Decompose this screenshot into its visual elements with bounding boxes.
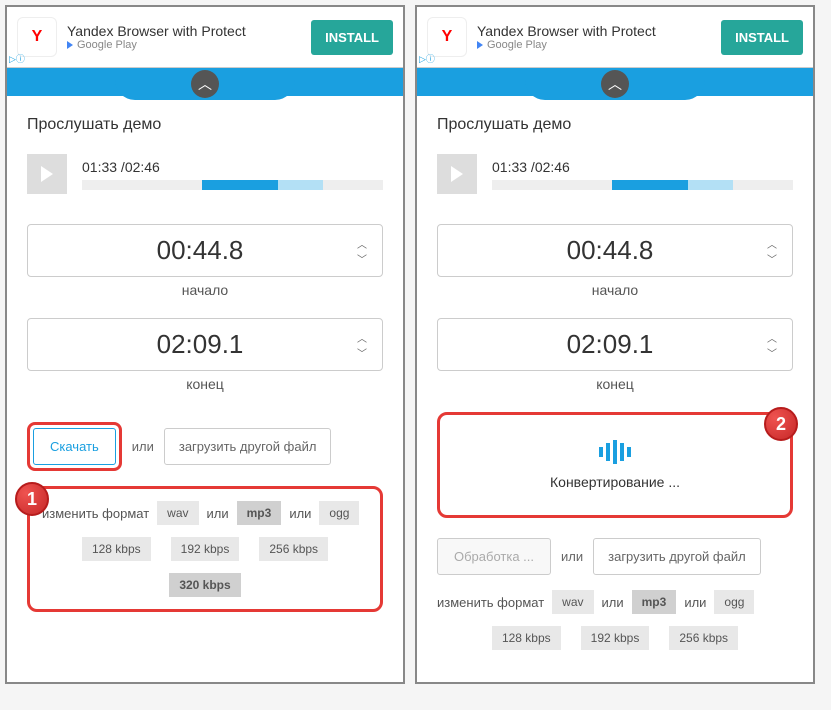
ad-title: Yandex Browser with Protect [477, 23, 711, 39]
format-ogg-button[interactable]: ogg [319, 501, 359, 525]
nav-bar: ︿ [417, 68, 813, 96]
phone-right: Y Yandex Browser with Protect Google Pla… [415, 5, 815, 684]
phone-left: Y Yandex Browser with Protect Google Pla… [5, 5, 405, 684]
action-row: Обработка ... или загрузить другой файл [437, 538, 793, 575]
format-label: изменить формат [437, 595, 544, 610]
start-time-input[interactable]: 00:44.8 ︿﹀ [27, 224, 383, 277]
yandex-logo-icon: Y [17, 17, 57, 57]
ad-store: Google Play [477, 39, 711, 51]
format-row: изменить формат wav или mp3 или ogg [42, 501, 368, 525]
nav-bar: ︿ [7, 68, 403, 96]
bitrate-320-button[interactable]: 320 kbps [169, 573, 240, 597]
format-label: изменить формат [42, 506, 149, 521]
play-icon [41, 166, 53, 182]
progress-bar[interactable] [82, 180, 383, 190]
format-mp3-button[interactable]: mp3 [237, 501, 282, 525]
chevron-up-icon[interactable]: ︿ [601, 70, 629, 98]
start-time-value: 00:44.8 [453, 235, 767, 266]
processing-button: Обработка ... [437, 538, 551, 575]
demo-title: Прослушать демо [27, 116, 383, 134]
start-label: начало [27, 282, 383, 298]
play-button[interactable] [27, 154, 67, 194]
bitrate-192-button[interactable]: 192 kbps [171, 537, 240, 561]
ad-store: Google Play [67, 39, 301, 51]
start-label: начало [437, 282, 793, 298]
start-time-input[interactable]: 00:44.8 ︿﹀ [437, 224, 793, 277]
badge-1: 1 [15, 482, 49, 516]
player-time: 01:33 /02:46 [82, 159, 383, 175]
format-row: изменить формат wav или mp3 или ogg [437, 590, 793, 614]
format-mp3-button[interactable]: mp3 [632, 590, 677, 614]
bitrate-256-button[interactable]: 256 kbps [259, 537, 328, 561]
end-time-value: 02:09.1 [453, 329, 767, 360]
ad-banner[interactable]: Y Yandex Browser with Protect Google Pla… [417, 7, 813, 68]
end-time-input[interactable]: 02:09.1 ︿﹀ [27, 318, 383, 371]
play-icon [451, 166, 463, 182]
ad-info-icon[interactable]: ▷ⓘ [9, 52, 25, 65]
audio-player: 01:33 /02:46 [27, 154, 383, 194]
player-time: 01:33 /02:46 [492, 159, 793, 175]
format-highlight-box: изменить формат wav или mp3 или ogg 128 … [27, 486, 383, 612]
start-stepper[interactable]: ︿﹀ [357, 236, 367, 266]
start-time-value: 00:44.8 [43, 235, 357, 266]
bitrate-128-button[interactable]: 128 kbps [82, 537, 151, 561]
start-stepper[interactable]: ︿﹀ [767, 236, 777, 266]
bitrate-192-button[interactable]: 192 kbps [581, 626, 650, 650]
equalizer-icon [460, 440, 770, 464]
end-time-value: 02:09.1 [43, 329, 357, 360]
play-store-icon [477, 41, 483, 49]
end-stepper[interactable]: ︿﹀ [357, 330, 367, 360]
load-other-button[interactable]: загрузить другой файл [164, 428, 332, 465]
converting-box: 2 Конвертирование ... [437, 412, 793, 518]
load-other-button[interactable]: загрузить другой файл [593, 538, 761, 575]
end-stepper[interactable]: ︿﹀ [767, 330, 777, 360]
end-time-input[interactable]: 02:09.1 ︿﹀ [437, 318, 793, 371]
bitrate-row-1: 128 kbps 192 kbps 256 kbps [437, 626, 793, 650]
or-text: или [132, 439, 154, 454]
format-wav-button[interactable]: wav [157, 501, 198, 525]
badge-2: 2 [764, 407, 798, 441]
audio-player: 01:33 /02:46 [437, 154, 793, 194]
download-button[interactable]: Скачать [33, 428, 116, 465]
end-label: конец [437, 376, 793, 392]
play-store-icon [67, 41, 73, 49]
bitrate-256-button[interactable]: 256 kbps [669, 626, 738, 650]
ad-info-icon[interactable]: ▷ⓘ [419, 52, 435, 65]
progress-bar[interactable] [492, 180, 793, 190]
end-label: конец [27, 376, 383, 392]
format-wav-button[interactable]: wav [552, 590, 593, 614]
yandex-logo-icon: Y [427, 17, 467, 57]
install-button[interactable]: INSTALL [311, 20, 393, 55]
download-highlight: Скачать [27, 422, 122, 471]
play-button[interactable] [437, 154, 477, 194]
bitrate-row-2: 320 kbps [42, 573, 368, 597]
install-button[interactable]: INSTALL [721, 20, 803, 55]
format-ogg-button[interactable]: ogg [714, 590, 754, 614]
action-row: Скачать или загрузить другой файл [27, 422, 383, 471]
bitrate-row-1: 128 kbps 192 kbps 256 kbps [42, 537, 368, 561]
ad-title: Yandex Browser with Protect [67, 23, 301, 39]
chevron-up-icon[interactable]: ︿ [191, 70, 219, 98]
demo-title: Прослушать демо [437, 116, 793, 134]
bitrate-128-button[interactable]: 128 kbps [492, 626, 561, 650]
ad-banner[interactable]: Y Yandex Browser with Protect Google Pla… [7, 7, 403, 68]
converting-text: Конвертирование ... [460, 474, 770, 490]
or-text: или [561, 549, 583, 564]
